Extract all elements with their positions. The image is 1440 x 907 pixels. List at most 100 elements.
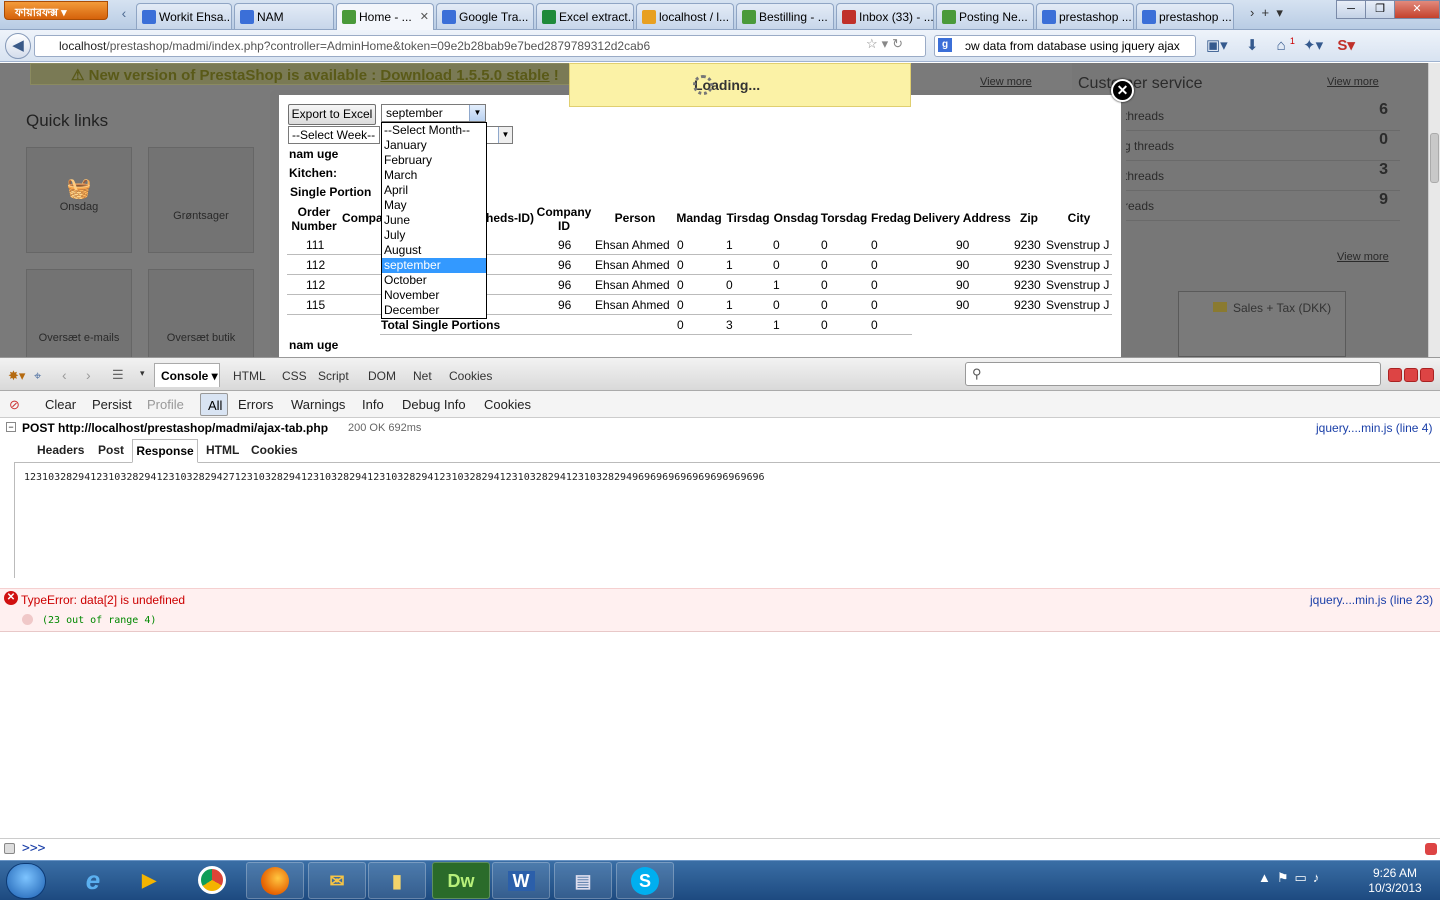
network-icon[interactable]: ▭ <box>1295 870 1313 885</box>
req-tab-html[interactable]: HTML <box>206 443 239 457</box>
firebug-detach-icon[interactable] <box>1404 368 1418 382</box>
req-tab-response[interactable]: Response <box>132 439 198 463</box>
browser-tab[interactable]: Workit Ehsa... <box>136 3 232 29</box>
tab-console[interactable]: Console ▾ <box>154 363 220 387</box>
week-select[interactable]: --Select Week-- <box>288 126 380 144</box>
quick-link-translate-shop[interactable]: Oversæt butik <box>148 269 254 357</box>
internet-explorer-icon[interactable]: e <box>64 862 122 899</box>
list-icon[interactable]: ☰ <box>112 367 124 383</box>
quick-link-onsdag[interactable]: 🧺 Onsdag <box>26 147 132 253</box>
media-player-icon[interactable]: ▶ <box>120 862 178 899</box>
firefox-menu-button[interactable]: ফায়ারফক্স ▾ <box>4 1 108 20</box>
month-option[interactable]: August <box>382 243 486 258</box>
month-option[interactable]: July <box>382 228 486 243</box>
filter-profile[interactable]: Profile <box>147 397 184 412</box>
browser-tab[interactable]: prestashop ... <box>1136 3 1234 29</box>
error-source-link[interactable]: jquery....min.js (line 23) <box>1310 593 1433 607</box>
filter-clear[interactable]: Clear <box>45 397 76 412</box>
month-select[interactable]: september ▼ <box>381 104 486 122</box>
tab-scroll-left-icon[interactable]: ‹ <box>114 5 134 25</box>
request-source-link[interactable]: jquery....min.js (line 4) <box>1316 421 1432 435</box>
filter-info[interactable]: Info <box>362 397 384 412</box>
close-window-icon[interactable]: ✕ <box>1394 0 1440 19</box>
week-select-arrow[interactable]: ▼ <box>486 126 513 144</box>
month-option[interactable]: April <box>382 183 486 198</box>
download-link[interactable]: Download 1.5.5.0 stable <box>380 67 549 84</box>
tab-css[interactable]: CSS <box>282 369 307 383</box>
windows-start-icon[interactable] <box>6 863 46 899</box>
command-clear-icon[interactable] <box>1425 843 1437 855</box>
quick-link-grontsager[interactable]: Grøntsager <box>148 147 254 253</box>
browser-tab[interactable]: NAM <box>234 3 334 29</box>
collapse-icon[interactable]: − <box>6 422 16 432</box>
volume-icon[interactable]: ♪ <box>1313 870 1326 885</box>
back-icon[interactable]: ‹ <box>62 367 67 383</box>
stumbleupon-icon[interactable]: S▾ <box>1337 37 1355 54</box>
word-icon[interactable]: W <box>492 862 550 899</box>
close-modal-icon[interactable]: ✕ <box>1111 79 1134 102</box>
month-option[interactable]: October <box>382 273 486 288</box>
taskbar-clock[interactable]: 9:26 AM 10/3/2013 <box>1356 866 1434 896</box>
tab-script[interactable]: Script <box>318 369 349 383</box>
req-tab-headers[interactable]: Headers <box>37 443 84 457</box>
tray-expand-icon[interactable]: ▲ <box>1258 870 1277 885</box>
inspect-icon[interactable]: ⌖ <box>34 368 41 384</box>
command-line[interactable]: >>> <box>0 838 1440 860</box>
browser-tab[interactable]: Posting Ne... <box>936 3 1034 29</box>
outlook-icon[interactable]: ✉ <box>308 862 366 899</box>
month-option[interactable]: March <box>382 168 486 183</box>
browser-tab[interactable]: Excel extract... <box>536 3 634 29</box>
browser-tab[interactable]: localhost / l... <box>636 3 734 29</box>
clear-console-icon[interactable]: ⊘ <box>9 397 20 413</box>
browser-tab[interactable]: prestashop ... <box>1036 3 1134 29</box>
back-arrow-icon[interactable]: ◀ <box>5 33 31 59</box>
bookmarks-icon[interactable]: ▣▾ <box>1206 37 1228 54</box>
month-option[interactable]: February <box>382 153 486 168</box>
tab-net[interactable]: Net <box>413 369 432 383</box>
chart-view-more-link[interactable]: View more <box>1337 251 1389 263</box>
filter-persist[interactable]: Persist <box>92 397 132 412</box>
minimize-icon[interactable]: ─ <box>1336 0 1366 19</box>
breakpoint-icon[interactable] <box>22 614 33 625</box>
quick-link-translate-emails[interactable]: Oversæt e-mails <box>26 269 132 357</box>
app-window-icon[interactable]: ▤ <box>554 862 612 899</box>
bookmark-star-icon[interactable]: ☆▾↻ <box>866 36 924 54</box>
firebug-minimize-icon[interactable] <box>1388 368 1402 382</box>
month-option[interactable]: January <box>382 138 486 153</box>
skype-icon[interactable]: S <box>616 862 674 899</box>
addon-icon[interactable]: ✦▾ <box>1303 37 1323 54</box>
tab-dom[interactable]: DOM <box>368 369 396 383</box>
filter-errors[interactable]: Errors <box>238 397 273 412</box>
chevron-down-icon[interactable]: ▾ <box>140 368 145 379</box>
filter-cookies[interactable]: Cookies <box>484 397 531 412</box>
firebug-close-icon[interactable] <box>1420 368 1434 382</box>
tab-controls[interactable]: › + ▾ <box>1250 5 1320 25</box>
month-option[interactable]: May <box>382 198 486 213</box>
close-tab-icon[interactable]: ✕ <box>420 10 429 23</box>
address-bar[interactable]: localhost/prestashop/madmi/index.php?con… <box>34 35 926 57</box>
month-option[interactable]: september <box>382 258 486 273</box>
dreamweaver-icon[interactable]: Dw <box>432 862 490 899</box>
scrollbar-thumb[interactable] <box>1430 133 1439 183</box>
filter-debug-info[interactable]: Debug Info <box>402 397 466 412</box>
cs-view-more-link[interactable]: View more <box>1327 76 1379 88</box>
browser-tab[interactable]: Home - ... ✕ <box>336 3 434 30</box>
search-engine-icon[interactable]: g <box>938 38 952 52</box>
req-tab-cookies[interactable]: Cookies <box>251 443 298 457</box>
forward-icon[interactable]: › <box>86 367 91 383</box>
search-input[interactable]: ɔw data from database using jquery ajax <box>934 35 1196 57</box>
file-explorer-icon[interactable]: ▮ <box>368 862 426 899</box>
export-excel-button[interactable]: Export to Excel <box>288 104 376 125</box>
browser-tab[interactable]: Bestilling - ... <box>736 3 834 29</box>
month-option[interactable]: --Select Month-- <box>382 123 486 138</box>
month-option[interactable]: June <box>382 213 486 228</box>
filter-all[interactable]: All <box>200 393 228 416</box>
firebug-icon[interactable]: ✸▾ <box>8 368 25 384</box>
home-icon[interactable]: ⌂ <box>1277 37 1286 54</box>
month-option[interactable]: December <box>382 303 486 318</box>
page-scrollbar[interactable] <box>1428 63 1440 357</box>
tab-html[interactable]: HTML <box>233 369 266 383</box>
network-request-row[interactable]: − POST http://localhost/prestashop/madmi… <box>0 420 1440 438</box>
firefox-icon[interactable] <box>246 862 304 899</box>
filter-warnings[interactable]: Warnings <box>291 397 345 412</box>
